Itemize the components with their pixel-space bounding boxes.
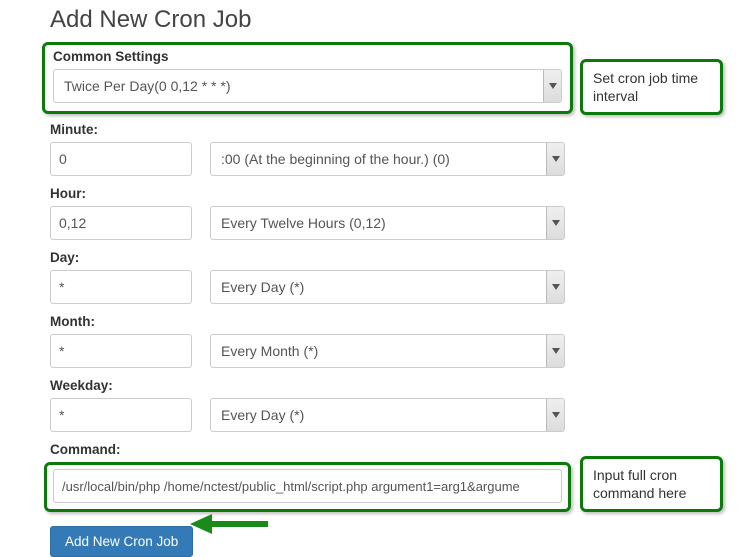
chevron-down-icon[interactable] (546, 143, 564, 175)
month-desc-select[interactable]: Every Month (*) (210, 334, 565, 368)
common-settings-select[interactable]: Twice Per Day(0 0,12 * * *) (53, 69, 562, 103)
day-row: Day: Every Day (*) (50, 250, 565, 304)
chevron-down-icon[interactable] (543, 70, 561, 102)
common-settings-highlight: Common Settings Twice Per Day(0 0,12 * *… (42, 42, 573, 114)
minute-desc-select[interactable]: :00 (At the beginning of the hour.) (0) (210, 142, 565, 176)
hour-label: Hour: (50, 186, 565, 201)
command-row: Command: (50, 442, 565, 512)
minute-row: Minute: :00 (At the beginning of the hou… (50, 122, 565, 176)
common-settings-label: Common Settings (53, 49, 562, 64)
weekday-input[interactable] (50, 398, 192, 432)
hour-desc-select[interactable]: Every Twelve Hours (0,12) (210, 206, 565, 240)
month-label: Month: (50, 314, 565, 329)
chevron-down-icon[interactable] (546, 335, 564, 367)
add-cron-job-button[interactable]: Add New Cron Job (50, 526, 193, 557)
minute-input[interactable] (50, 142, 192, 176)
day-label: Day: (50, 250, 565, 265)
command-label: Command: (50, 442, 565, 457)
chevron-down-icon[interactable] (546, 207, 564, 239)
arrow-icon (190, 512, 270, 536)
common-settings-value: Twice Per Day(0 0,12 * * *) (53, 69, 562, 103)
month-input[interactable] (50, 334, 192, 368)
day-desc-select[interactable]: Every Day (*) (210, 270, 565, 304)
command-highlight (44, 462, 571, 512)
hour-row: Hour: Every Twelve Hours (0,12) (50, 186, 565, 240)
callout-interval: Set cron job time interval (580, 59, 723, 115)
callout-command: Input full cron command here (580, 456, 723, 512)
day-desc-value: Every Day (*) (210, 270, 565, 304)
day-input[interactable] (50, 270, 192, 304)
hour-input[interactable] (50, 206, 192, 240)
chevron-down-icon[interactable] (546, 271, 564, 303)
command-input[interactable] (53, 469, 562, 503)
page-title: Add New Cron Job (50, 6, 565, 34)
month-desc-value: Every Month (*) (210, 334, 565, 368)
hour-desc-value: Every Twelve Hours (0,12) (210, 206, 565, 240)
month-row: Month: Every Month (*) (50, 314, 565, 368)
weekday-row: Weekday: Every Day (*) (50, 378, 565, 432)
weekday-label: Weekday: (50, 378, 565, 393)
weekday-desc-value: Every Day (*) (210, 398, 565, 432)
chevron-down-icon[interactable] (546, 399, 564, 431)
weekday-desc-select[interactable]: Every Day (*) (210, 398, 565, 432)
minute-desc-value: :00 (At the beginning of the hour.) (0) (210, 142, 565, 176)
minute-label: Minute: (50, 122, 565, 137)
